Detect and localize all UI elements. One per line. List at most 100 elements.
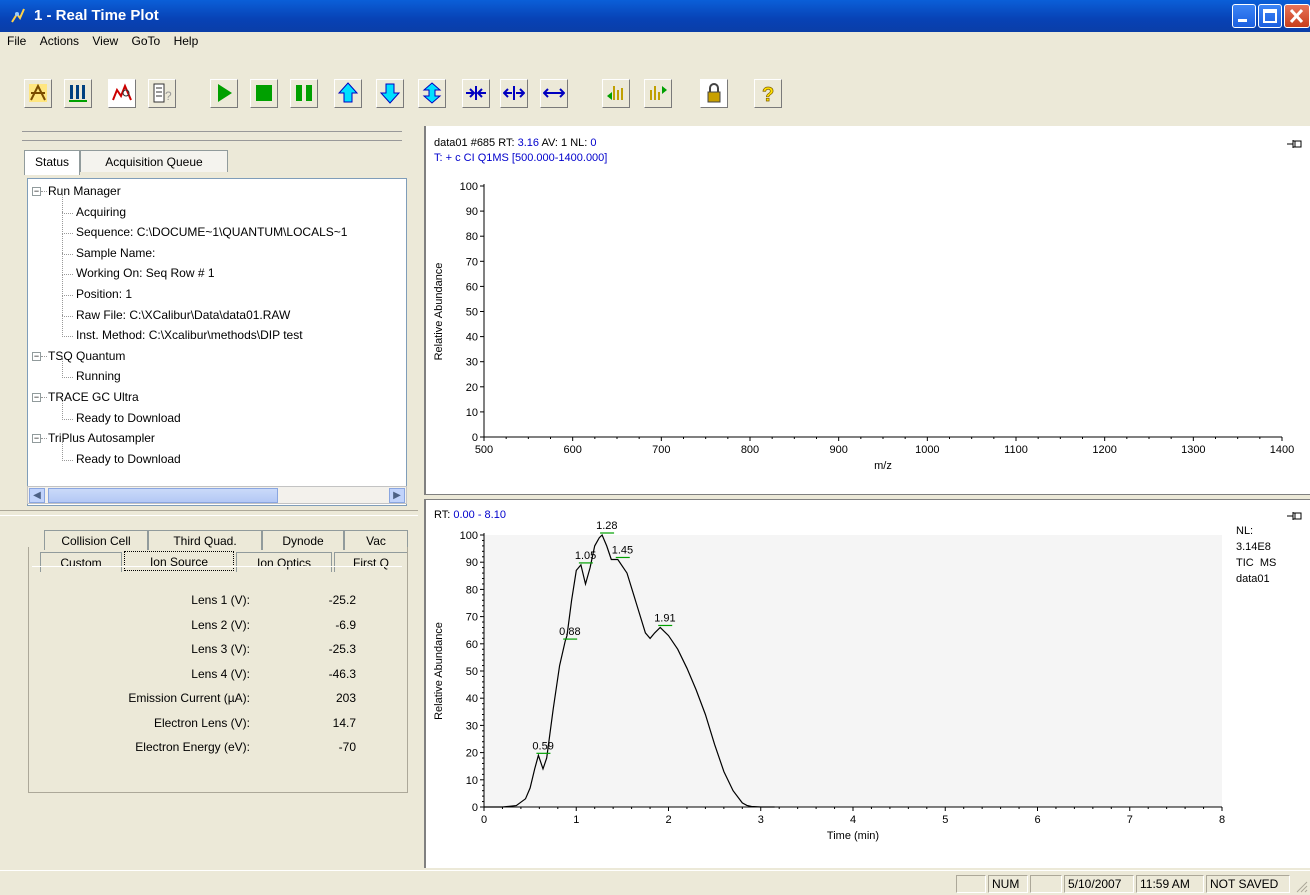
maximize-button[interactable] [1258,4,1282,28]
y-tick-label: 10 [466,775,478,787]
full-range-x-icon [543,88,565,98]
param-row: Electron Lens (V): 14.7 [32,716,402,736]
peak-label: 1.45 [612,544,633,556]
param-row: Lens 3 (V): -25.3 [32,642,402,662]
full-range-x-button[interactable] [540,79,568,108]
pin-spectrum-button[interactable] [1286,137,1304,154]
chromatogram-legend-filter: TIC MS [1236,557,1277,569]
tree-leaf[interactable]: Sample Name: [76,246,155,260]
maximize-icon [1263,9,1277,23]
tree-leaf[interactable]: Running [76,369,121,383]
instrument-setup-button[interactable] [24,79,52,108]
y-tick-label: 30 [466,720,478,732]
x-tick-label: 8 [1219,814,1225,826]
tree-expander-icon[interactable]: − [32,351,41,361]
tree-leaf[interactable]: Sequence: C:\DOCUME~1\QUANTUM\LOCALS~1 [76,225,347,239]
x-tick-label: 700 [652,444,670,456]
x-tick-label: 1000 [915,444,939,456]
tree-leaf[interactable]: Ready to Download [76,452,181,466]
status-saved: NOT SAVED [1206,875,1290,893]
chromatogram-legend-value: 3.14E8 [1236,541,1271,553]
menu-actions[interactable]: Actions [40,32,79,51]
menu-help[interactable]: Help [174,32,199,51]
y-tick-label: 70 [466,256,478,268]
tree-expander-icon[interactable]: − [32,393,41,402]
minimize-button[interactable] [1232,4,1256,28]
peak-label: 1.91 [654,612,675,624]
tree-leaf[interactable]: Acquiring [76,205,126,219]
pane-splitter[interactable] [22,131,402,141]
y-tick-label: 20 [466,748,478,760]
spectrum-header-line1: data01 #685 RT: 3.16 AV: 1 NL: 0 [434,137,597,149]
tree-node[interactable]: TSQ Quantum [48,349,125,363]
tree-leaf[interactable]: Inst. Method: C:\Xcalibur\methods\DIP te… [76,328,303,342]
tree-node[interactable]: Run Manager [48,184,121,198]
scale-down-icon [379,83,401,104]
tree-expander-icon[interactable]: − [32,434,41,444]
close-button[interactable] [1284,4,1310,28]
y-tick-label: 90 [466,557,478,569]
spectrum-header-line2: T: + c CI Q1MS [500.000-1400.000] [434,152,608,164]
start-icon [218,84,232,102]
chromatogram-plot[interactable]: 0 10 20 30 40 50 60 70 80 90 100 0 1 2 3 4 5 6 7 8 Time (min… [426,520,1234,868]
prev-spectrum-icon [607,86,623,100]
y-tick-label: 40 [466,332,478,344]
sequence-setup-icon [69,85,87,102]
tree-connector [62,397,73,420]
sequence-setup-button[interactable] [64,79,92,108]
stop-button[interactable] [250,79,278,108]
tree-leaf[interactable]: Working On: Seq Row # 1 [76,266,215,280]
tree-leaf[interactable]: Position: 1 [76,287,132,301]
zoom-out-x-button[interactable] [500,79,528,108]
scale-down-button[interactable] [376,79,404,108]
pause-button[interactable] [290,79,318,108]
plot-background [484,535,1222,807]
tree-horizontal-scrollbar[interactable]: ◀ ▶ [27,486,407,504]
tree-leaf[interactable]: Ready to Download [76,411,181,425]
param-value: 14.7 [332,715,356,730]
pin-chromatogram-button[interactable] [1286,509,1304,526]
spectrum-plot[interactable]: 0 10 20 30 40 50 60 70 80 90 100 500 600 700 800 900 100… [426,170,1310,492]
param-label: Lens 3 (V): [191,642,250,656]
real-time-plot-button[interactable] [108,79,136,108]
y-tick-label: 0 [472,432,478,444]
x-tick-label: 2 [665,814,671,826]
tree-connector [62,191,73,214]
zoom-in-x-icon [466,86,486,100]
scroll-thumb[interactable] [48,488,278,503]
zoom-in-x-button[interactable] [462,79,490,108]
param-row: Electron Energy (eV): -70 [32,740,402,760]
scale-up-button[interactable] [334,79,362,108]
status-date: 5/10/2007 [1064,875,1134,893]
menu-goto[interactable]: GoTo [132,32,161,51]
y-tick-label: 50 [466,666,478,678]
title-bar: 1 - Real Time Plot [0,0,1310,32]
menu-view[interactable]: View [92,32,118,51]
tree-expander-icon[interactable]: − [32,187,41,196]
status-view-button[interactable]: ? [148,79,176,108]
help-button[interactable]: ? [754,79,782,108]
window-title: 1 - Real Time Plot [34,7,159,24]
lock-button[interactable] [700,79,728,108]
resize-grip-icon[interactable] [1294,879,1308,893]
previous-spectrum-button[interactable] [602,79,630,108]
tree-connector [62,438,73,461]
scale-auto-button[interactable] [418,79,446,108]
next-spectrum-button[interactable] [644,79,672,108]
tab-status[interactable]: Status [24,150,80,175]
plot-splitter[interactable] [424,494,1310,500]
param-label: Lens 4 (V): [191,666,250,681]
y-tick-label: 80 [466,584,478,596]
tree-connector [62,253,73,276]
spectrum-scan-label: data01 #685 RT: [434,137,518,149]
tab-acquisition-queue[interactable]: Acquisition Queue [80,150,228,172]
x-axis-label: m/z [874,460,892,472]
scroll-right-icon[interactable]: ▶ [389,488,405,503]
pin-icon [1287,512,1302,520]
lower-splitter[interactable] [0,510,418,516]
menu-file[interactable]: File [7,32,26,51]
scroll-left-icon[interactable]: ◀ [29,488,45,503]
x-tick-label: 3 [758,814,764,826]
tree-leaf[interactable]: Raw File: C:\XCalibur\Data\data01.RAW [76,308,290,322]
start-button[interactable] [210,79,238,108]
